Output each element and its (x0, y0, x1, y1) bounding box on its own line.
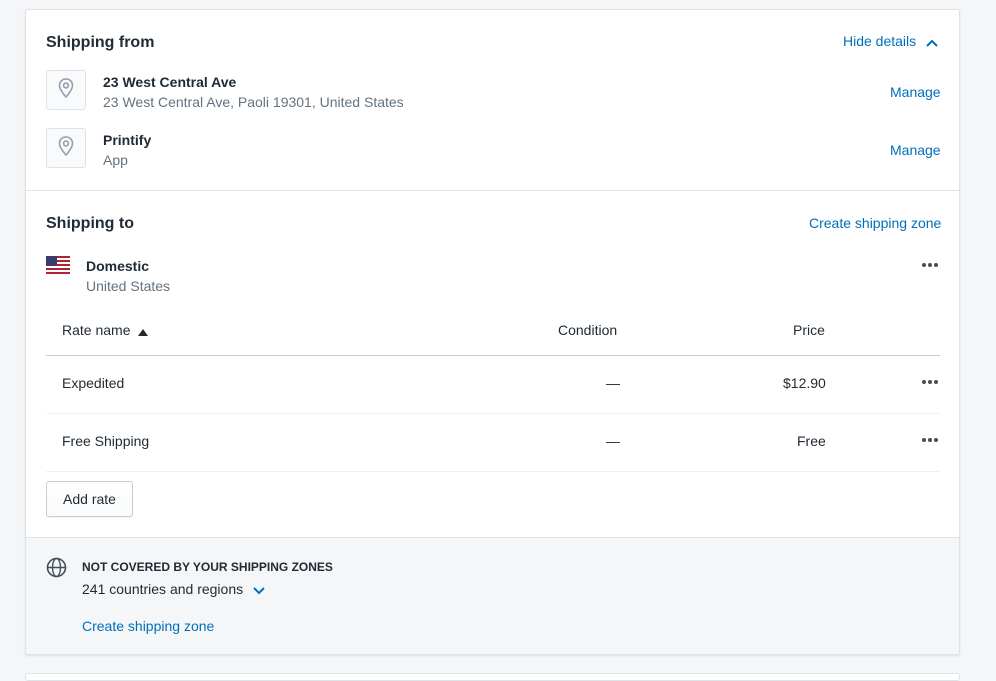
location-address: 23 West Central Ave, Paoli 19301, United… (103, 94, 404, 110)
manage-location-link[interactable]: Manage (890, 84, 941, 100)
shipping-from-title: Shipping from (46, 34, 155, 51)
rate-name-header[interactable]: Rate name (62, 322, 149, 339)
row-divider (46, 471, 940, 472)
hide-details-label: Hide details (843, 33, 917, 49)
countries-toggle[interactable]: 241 countries and regions (82, 581, 265, 598)
globe-icon (46, 557, 67, 583)
chevron-down-icon (253, 582, 265, 598)
location-name: Printify (103, 132, 152, 148)
location-type: App (103, 152, 128, 168)
location-icon-box (46, 128, 86, 168)
countries-count-label: 241 countries and regions (82, 581, 244, 597)
rate-name-cell: Expedited (62, 375, 125, 391)
rate-more-actions-button[interactable] (918, 375, 942, 389)
location-name: 23 West Central Ave (103, 74, 237, 90)
rate-name-header-label: Rate name (62, 322, 131, 338)
zone-more-actions-button[interactable] (918, 258, 942, 272)
condition-header: Condition (558, 322, 618, 338)
not-covered-heading: NOT COVERED BY YOUR SHIPPING ZONES (82, 560, 333, 574)
create-shipping-zone-link[interactable]: Create shipping zone (809, 215, 941, 231)
add-rate-button[interactable]: Add rate (46, 481, 133, 517)
row-divider (46, 413, 940, 414)
sort-ascending-icon (138, 323, 149, 339)
rate-price-cell: $12.90 (783, 375, 826, 391)
next-card-edge (25, 673, 960, 681)
hide-details-link[interactable]: Hide details (843, 33, 938, 50)
location-pin-icon (58, 135, 74, 161)
table-header-divider (46, 355, 940, 356)
create-shipping-zone-footer-link[interactable]: Create shipping zone (82, 618, 214, 634)
location-icon-box (46, 70, 86, 110)
location-pin-icon (58, 77, 74, 103)
rate-more-actions-button[interactable] (918, 433, 942, 447)
zone-name: Domestic (86, 258, 150, 274)
rate-name-cell: Free Shipping (62, 433, 150, 449)
section-divider (26, 190, 959, 191)
rate-condition-cell: — (606, 375, 620, 391)
rate-condition-cell: — (606, 433, 620, 449)
shipping-card: Shipping from Hide details 23 West Centr… (25, 9, 960, 655)
manage-app-link[interactable]: Manage (890, 142, 941, 158)
us-flag-icon (46, 256, 70, 274)
zone-country: United States (86, 278, 171, 294)
not-covered-section: NOT COVERED BY YOUR SHIPPING ZONES 241 c… (26, 537, 959, 654)
rate-price-cell: Free (797, 433, 826, 449)
chevron-up-icon (926, 34, 938, 50)
shipping-to-title: Shipping to (46, 215, 134, 232)
price-header: Price (793, 322, 825, 338)
